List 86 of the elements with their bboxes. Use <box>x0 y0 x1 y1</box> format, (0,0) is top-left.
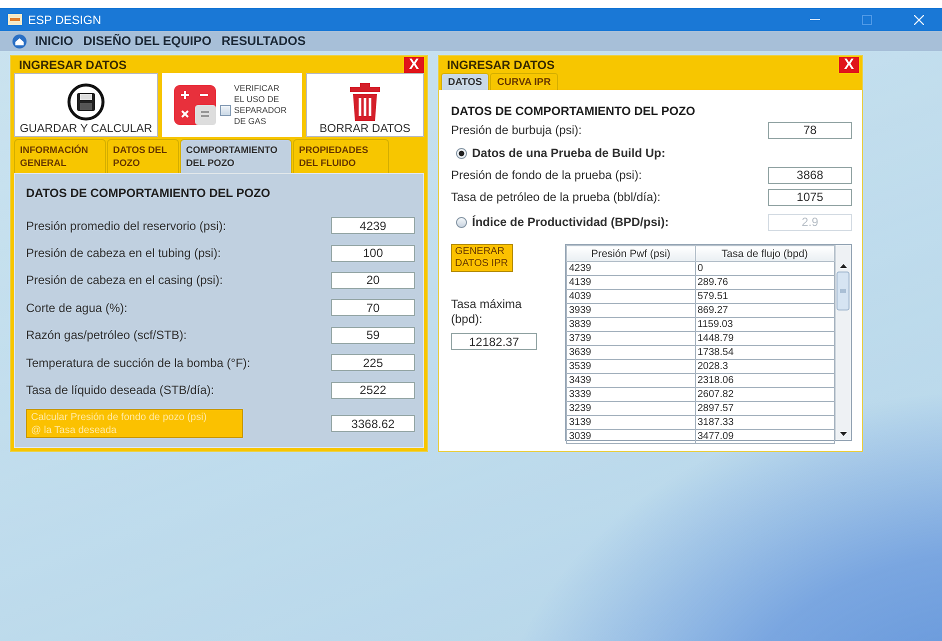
tab[interactable]: PROPIEDADES DEL FLUIDO <box>293 139 389 173</box>
checkbox-label: VERIFICAR EL USO DE SEPARADOR DE GAS <box>234 83 287 127</box>
home-icon[interactable] <box>12 34 27 48</box>
table-cell: 2607.82 <box>695 388 834 402</box>
input-field[interactable]: 4239 <box>331 217 415 234</box>
table-cell: 3239 <box>566 402 695 416</box>
column-header[interactable]: Presión Pwf (psi) <box>566 246 695 262</box>
section-heading: DATOS DE COMPORTAMIENTO DEL POZO <box>26 186 272 200</box>
table-cell: 4139 <box>566 276 695 290</box>
input-field[interactable]: 3368.62 <box>331 415 415 432</box>
field-label: Presión promedio del reservorio (psi): <box>26 218 226 233</box>
table-cell: 3539 <box>566 360 695 374</box>
maximize-icon <box>862 14 872 24</box>
table-cell: 1159.03 <box>695 318 834 332</box>
table-cell: 4039 <box>566 290 695 304</box>
table-cell: 579.51 <box>695 290 834 304</box>
tab[interactable]: INFORMACIÓN GENERAL <box>14 139 106 173</box>
trash-icon <box>350 83 380 121</box>
generate-button[interactable]: GENERAR DATOS IPR <box>451 244 513 272</box>
radio-button[interactable] <box>456 148 467 158</box>
table-cell: 4239 <box>566 262 695 276</box>
input-field[interactable]: 225 <box>331 354 415 372</box>
delete-button[interactable]: BORRAR DATOS <box>306 73 424 137</box>
field-label: Corte de agua (%): <box>26 300 128 315</box>
field-label: Presión de fondo de la prueba (psi): <box>451 168 642 182</box>
save-button[interactable]: GUARDAR Y CALCULAR <box>14 73 158 137</box>
input-field[interactable]: 78 <box>768 122 852 138</box>
table-cell: 3139 <box>566 416 695 430</box>
field-label: Presión de cabeza en el casing (psi): <box>26 273 223 288</box>
table-cell: 289.76 <box>695 276 834 290</box>
input-field[interactable]: 12182.37 <box>451 333 537 350</box>
radio-button[interactable] <box>456 216 467 228</box>
field-label: Tasa de líquido deseada (STB/día): <box>26 383 214 398</box>
table-cell: 3187.33 <box>695 416 834 430</box>
panel-title: INGRESAR DATOS <box>447 58 555 72</box>
field-label: Tasa de petróleo de la prueba (bbl/día): <box>451 190 660 204</box>
field-label: Temperatura de succión de la bomba (°F): <box>26 356 250 370</box>
column-header[interactable]: Tasa de flujo (bpd) <box>695 246 834 262</box>
table-cell: 2318.06 <box>695 374 834 388</box>
field-label: Presión de burbuja (psi): <box>451 123 582 137</box>
table-cell: 2897.57 <box>695 402 834 416</box>
table-cell: 3039 <box>566 430 695 444</box>
app-logo-icon <box>8 14 22 25</box>
input-field[interactable]: 20 <box>331 272 415 289</box>
tab[interactable]: DATOS DEL POZO <box>107 139 179 173</box>
close-icon <box>914 14 924 24</box>
menu-item[interactable]: INICIO <box>33 34 76 48</box>
input-field[interactable]: 100 <box>331 244 415 262</box>
table-cell: 3939 <box>566 304 695 318</box>
input-field[interactable]: 59 <box>331 326 415 344</box>
minimize-icon <box>810 18 820 20</box>
table-cell: 3839 <box>566 318 695 332</box>
tab[interactable]: DATOS <box>441 73 490 90</box>
table-cell: 3439 <box>566 374 695 388</box>
field-label: Presión de cabeza en el tubing (psi): <box>26 246 221 260</box>
close-button[interactable]: X <box>404 56 424 72</box>
input-field[interactable]: 1075 <box>768 188 852 206</box>
table-cell: 3639 <box>566 346 695 360</box>
floppy-disk-icon <box>67 83 105 121</box>
radio-label: Datos de una Prueba de Build Up: <box>472 146 666 160</box>
radio-label: Índice de Productividad (BPD/psi): <box>472 215 669 229</box>
input-field[interactable]: 3868 <box>768 166 852 184</box>
field-label: Tasa máxima (bpd): <box>451 297 522 327</box>
scrollbar-thumb[interactable] <box>836 271 851 311</box>
calculator-icon <box>174 85 216 125</box>
menu-item[interactable]: DISEÑO DEL EQUIPO <box>81 34 214 48</box>
checkbox[interactable] <box>220 104 231 116</box>
scrollbar[interactable] <box>835 245 851 440</box>
table-cell: 0 <box>695 262 834 276</box>
table-cell: 3339 <box>566 388 695 402</box>
tab[interactable]: CURVA IPR <box>490 73 558 90</box>
field-label: Razón gas/petróleo (scf/STB): <box>26 328 187 342</box>
table-cell: 1448.79 <box>695 332 834 346</box>
panel-title: INGRESAR DATOS <box>19 58 127 72</box>
table-cell: 2028.3 <box>695 360 834 374</box>
tab[interactable]: COMPORTAMIENTO DEL POZO <box>180 139 292 173</box>
input-field[interactable]: 2522 <box>331 382 415 399</box>
table-cell: 869.27 <box>695 304 834 318</box>
table-cell: 3477.09 <box>695 430 834 444</box>
menu-item[interactable]: RESULTADOS <box>219 34 308 48</box>
close-button[interactable]: X <box>839 56 859 72</box>
window-title: ESP DESIGN <box>28 12 102 26</box>
table-cell: 1738.54 <box>695 346 834 360</box>
table-cell: 3739 <box>566 332 695 346</box>
input-field[interactable]: 70 <box>331 299 415 316</box>
section-heading: DATOS DE COMPORTAMIENTO DEL POZO <box>451 104 696 118</box>
